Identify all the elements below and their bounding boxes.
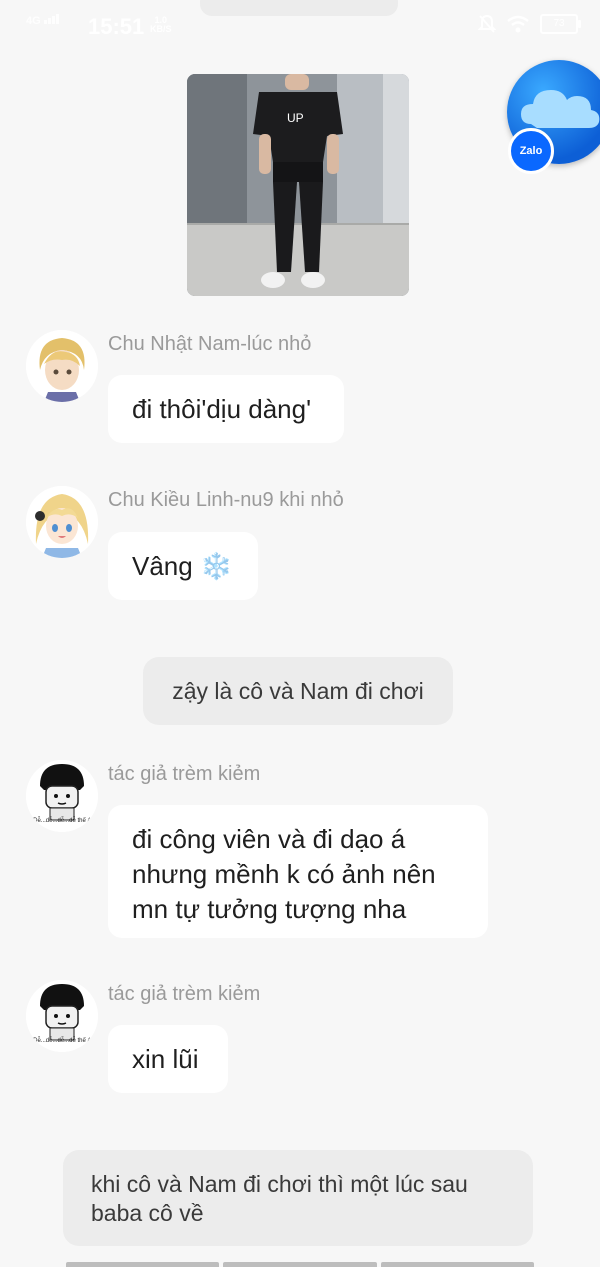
status-bar: 4G 15:51 1.0 KB/S 73 [0,0,600,54]
shared-photo[interactable]: UP [187,74,409,296]
clock: 15:51 [88,14,145,39]
choice-tab[interactable] [66,1262,220,1267]
message-bubble[interactable]: xin lũi [108,1025,228,1093]
message-bubble[interactable]: Vâng ❄️ [108,532,258,600]
narration-bubble[interactable]: zậy là cô và Nam đi chơi [143,657,453,725]
battery-icon: 73 [540,14,581,34]
outfit-photo-image: UP [187,74,409,296]
network-speed: 1.0 KB/S [150,15,172,34]
boy-avatar-image [26,330,98,402]
avatar[interactable]: Dễ...dễ...dễ...dễ thế á [26,980,98,1052]
message-bubble[interactable]: đi công viên và đi dạo á nhưng mềnh k có… [108,805,488,938]
network-indicator: 4G [26,14,60,27]
message-bubble[interactable]: đi thôi'dịu dàng' [108,375,344,443]
avatar-caption: Dễ...dễ...dễ...dễ thế á [33,1038,91,1044]
choice-tab[interactable] [380,1262,534,1267]
sender-name: Chu Kiều Linh-nu9 khi nhỏ [108,489,344,511]
silent-bell-icon [478,14,496,33]
girl-avatar-image [26,486,98,558]
avatar[interactable] [26,486,98,558]
bottom-choice-bar [66,1262,534,1267]
signal-icon [43,14,59,24]
status-icons: 73 [478,14,581,34]
avatar-caption: Dễ...dễ...dễ...dễ thế á [33,818,91,824]
narration-bubble[interactable]: khi cô và Nam đi chơi thì một lúc sau ba… [63,1150,533,1246]
sender-name: Chu Nhật Nam-lúc nhỏ [108,333,312,355]
avatar[interactable]: Dễ...dễ...dễ...dễ thế á [26,760,98,832]
zalo-badge: Zalo [508,128,554,174]
avatar[interactable] [26,330,98,402]
svg-text:UP: UP [287,111,304,125]
sender-name: tác giả trèm kiẻm [108,763,261,785]
wifi-icon [507,15,529,33]
chat-screen: 4G 15:51 1.0 KB/S 73 UP Zalo Chu Nhật Na… [0,0,600,1267]
sender-name: tác giả trèm kiẻm [108,983,261,1005]
choice-tab[interactable] [223,1262,377,1267]
